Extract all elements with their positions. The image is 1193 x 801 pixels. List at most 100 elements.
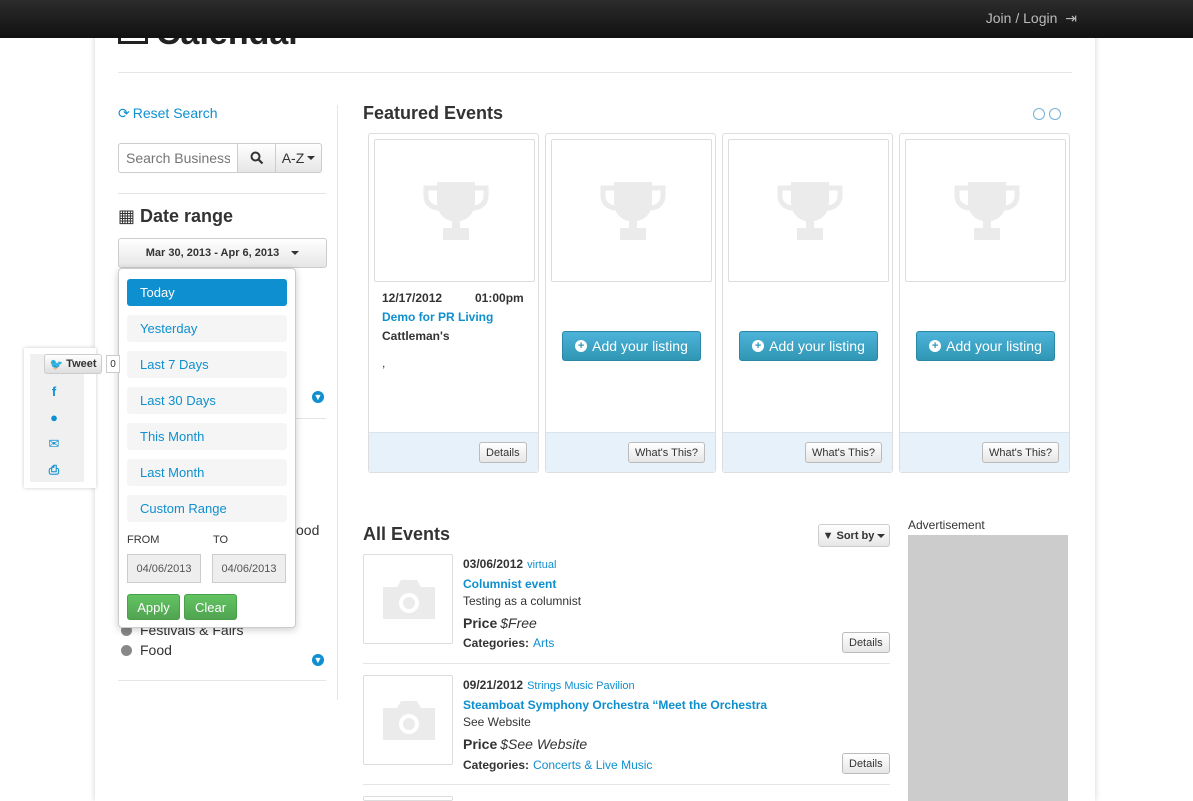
email-icon[interactable]: ✉ bbox=[44, 436, 64, 452]
login-label: Join / Login bbox=[985, 10, 1058, 26]
bullet-icon bbox=[121, 645, 132, 656]
sidebar-divider bbox=[118, 680, 326, 681]
trophy-icon bbox=[954, 182, 1020, 240]
plus-icon: + bbox=[575, 340, 588, 352]
twitter-icon: 🐦 bbox=[49, 358, 64, 371]
date-range-dropdown: Today Yesterday Last 7 Days Last 30 Days… bbox=[118, 268, 296, 628]
column-divider bbox=[337, 105, 338, 700]
filter-icon: ▼ bbox=[822, 529, 834, 542]
details-button[interactable]: Details bbox=[842, 632, 890, 653]
trophy-icon bbox=[600, 182, 666, 240]
trophy-icon bbox=[777, 182, 843, 240]
date-range-picker-button[interactable]: Mar 30, 2013 - Apr 6, 2013 bbox=[118, 238, 327, 268]
calendar-icon: ▦ bbox=[118, 206, 136, 226]
search-input[interactable] bbox=[118, 143, 238, 173]
advertisement-label: Advertisement bbox=[908, 518, 985, 532]
category-link[interactable]: Arts bbox=[533, 636, 554, 650]
card-footer: What's This? bbox=[546, 432, 715, 472]
share-widget: 🐦 Tweet 0 f ● ✉ ⎙ bbox=[24, 348, 120, 488]
search-group: A-Z bbox=[118, 143, 322, 173]
tweet-count: 0 bbox=[106, 355, 120, 373]
whats-this-button[interactable]: What's This? bbox=[805, 442, 883, 463]
from-date-input[interactable]: 04/06/2013 bbox=[127, 554, 201, 583]
event-venue: Cattleman's bbox=[382, 329, 450, 343]
event-title-link[interactable]: Steamboat Symphony Orchestra “Meet the O… bbox=[463, 698, 767, 712]
carousel-indicator[interactable] bbox=[1049, 108, 1061, 120]
date-range-heading: ▦ Date range bbox=[118, 206, 234, 226]
category-link[interactable]: Concerts & Live Music bbox=[533, 758, 652, 772]
search-button[interactable] bbox=[238, 143, 276, 173]
event-venue-link[interactable]: virtual bbox=[527, 559, 556, 571]
featured-placeholder-card: + Add your listing What's This? bbox=[545, 133, 716, 473]
whats-this-button[interactable]: What's This? bbox=[982, 442, 1060, 463]
category-item-partial[interactable]: ood bbox=[296, 522, 319, 538]
sign-in-icon: ⇥ bbox=[1065, 10, 1077, 26]
reset-search-label: Reset Search bbox=[132, 105, 218, 121]
sidebar-divider bbox=[118, 193, 326, 194]
range-option-today[interactable]: Today bbox=[127, 279, 287, 306]
event-date: 09/21/2012 Strings Music Pavilion bbox=[463, 678, 635, 692]
camera-icon bbox=[383, 580, 435, 619]
apply-button[interactable]: Apply bbox=[127, 594, 180, 620]
comment-icon[interactable]: ● bbox=[44, 410, 64, 425]
event-image-placeholder bbox=[363, 796, 453, 801]
details-button[interactable]: Details bbox=[842, 753, 890, 774]
card-footer: What's This? bbox=[723, 432, 892, 472]
camera-icon bbox=[383, 701, 435, 740]
range-option-last-month[interactable]: Last Month bbox=[127, 459, 287, 486]
refresh-icon: ⟳ bbox=[118, 105, 130, 121]
range-option-this-month[interactable]: This Month bbox=[127, 423, 287, 450]
range-option-last-7-days[interactable]: Last 7 Days bbox=[127, 351, 287, 378]
event-venue-link[interactable]: Strings Music Pavilion bbox=[527, 680, 635, 692]
event-title-link[interactable]: Columnist event bbox=[463, 577, 556, 591]
event-image-placeholder bbox=[363, 554, 453, 644]
range-option-yesterday[interactable]: Yesterday bbox=[127, 315, 287, 342]
trophy-icon bbox=[423, 182, 489, 240]
sort-by-dropdown[interactable]: ▼ Sort by bbox=[818, 524, 890, 547]
title-divider bbox=[118, 72, 1072, 73]
to-date-input[interactable]: 04/06/2013 bbox=[212, 554, 286, 583]
join-login-link[interactable]: Join / Login ⇥ bbox=[986, 10, 1077, 27]
clear-button[interactable]: Clear bbox=[184, 594, 237, 620]
facebook-icon[interactable]: f bbox=[44, 384, 64, 399]
event-image-placeholder bbox=[728, 139, 889, 282]
range-option-last-30-days[interactable]: Last 30 Days bbox=[127, 387, 287, 414]
card-footer: What's This? bbox=[900, 432, 1069, 472]
advertisement-slot[interactable] bbox=[908, 535, 1068, 801]
add-listing-button[interactable]: + Add your listing bbox=[562, 331, 701, 361]
sort-az-dropdown[interactable]: A-Z bbox=[276, 143, 322, 173]
add-listing-button[interactable]: + Add your listing bbox=[739, 331, 878, 361]
add-listing-button[interactable]: + Add your listing bbox=[916, 331, 1055, 361]
chevron-down-icon bbox=[291, 251, 300, 255]
range-option-custom[interactable]: Custom Range bbox=[127, 495, 287, 522]
carousel-indicator[interactable] bbox=[1033, 108, 1045, 120]
plus-icon: + bbox=[752, 340, 765, 352]
reset-search-link[interactable]: ⟳ Reset Search bbox=[118, 105, 218, 122]
event-date: 12/17/2012 bbox=[382, 291, 443, 305]
plus-icon: + bbox=[929, 340, 942, 352]
tweet-button[interactable]: 🐦 Tweet bbox=[44, 354, 102, 374]
top-navbar: Join / Login ⇥ bbox=[0, 0, 1193, 38]
all-events-heading: All Events bbox=[363, 524, 451, 544]
search-icon bbox=[250, 151, 263, 165]
from-label: FROM bbox=[127, 534, 160, 546]
details-button[interactable]: Details bbox=[479, 442, 527, 463]
expand-down-icon[interactable]: ▼ bbox=[312, 391, 324, 403]
featured-events-heading: Featured Events bbox=[363, 103, 504, 123]
row-divider bbox=[363, 663, 890, 664]
event-image-placeholder bbox=[374, 139, 535, 282]
event-title-link[interactable]: Demo for PR Living bbox=[382, 310, 493, 324]
event-categories: Categories: Concerts & Live Music bbox=[463, 758, 653, 772]
event-address: , bbox=[382, 356, 386, 370]
event-description: See Website bbox=[463, 715, 531, 729]
featured-placeholder-card: + Add your listing What's This? bbox=[722, 133, 893, 473]
date-range-value: Mar 30, 2013 - Apr 6, 2013 bbox=[145, 247, 280, 259]
event-description: Testing as a columnist bbox=[463, 594, 582, 608]
chevron-down-icon bbox=[307, 156, 316, 160]
whats-this-button[interactable]: What's This? bbox=[628, 442, 706, 463]
category-item-food[interactable]: Food bbox=[121, 642, 172, 658]
row-divider bbox=[363, 784, 890, 785]
print-icon[interactable]: ⎙ bbox=[44, 462, 64, 478]
expand-down-icon[interactable]: ▼ bbox=[312, 654, 324, 666]
chevron-down-icon bbox=[877, 533, 886, 538]
